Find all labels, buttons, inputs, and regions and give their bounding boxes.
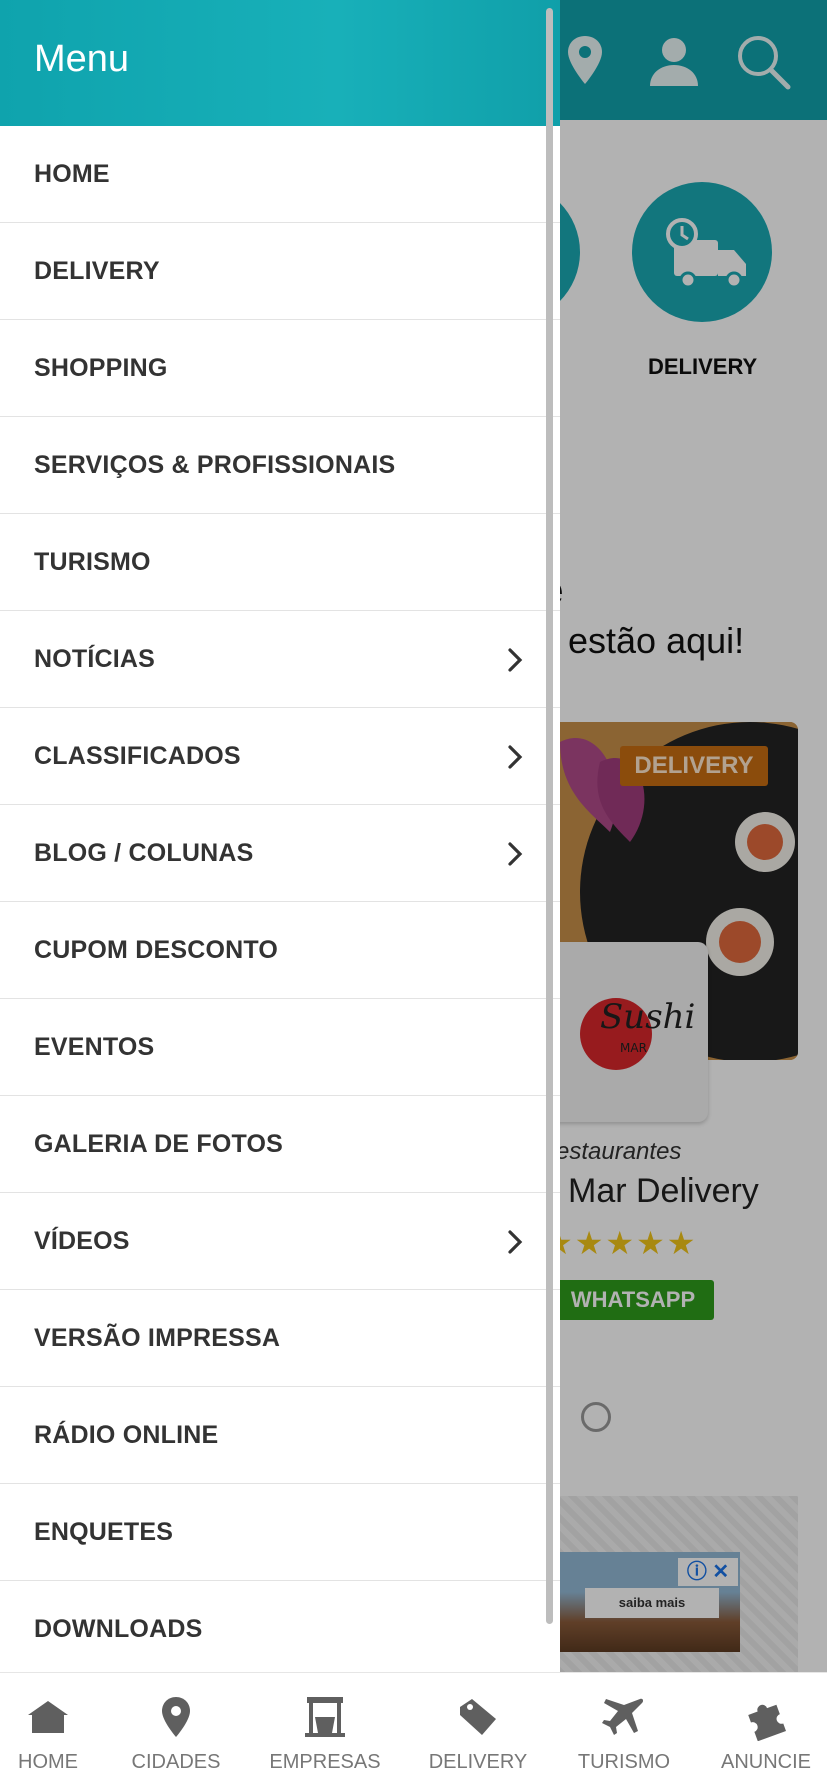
- menu-item-radio-online[interactable]: RÁDIO ONLINE: [0, 1387, 560, 1484]
- location-pin-icon: [162, 1697, 190, 1737]
- airplane-icon: [602, 1698, 644, 1735]
- menu-item-label: ENQUETES: [34, 1517, 174, 1546]
- menu-item-servicos-profissionais[interactable]: SERVIÇOS & PROFISSIONAIS: [0, 417, 560, 514]
- nav-delivery[interactable]: DELIVERY: [428, 1673, 528, 1792]
- chevron-right-icon[interactable]: [505, 1229, 527, 1255]
- menu-item-label: DOWNLOADS: [34, 1614, 203, 1643]
- menu-item-videos[interactable]: VÍDEOS: [0, 1193, 560, 1290]
- menu-item-noticias[interactable]: NOTÍCIAS: [0, 611, 560, 708]
- menu-item-label: SERVIÇOS & PROFISSIONAIS: [34, 450, 396, 479]
- menu-item-label: HOME: [34, 159, 110, 188]
- menu-item-home[interactable]: HOME: [0, 126, 560, 223]
- menu-item-shopping[interactable]: SHOPPING: [0, 320, 560, 417]
- drawer-header: Menu: [0, 0, 560, 126]
- tag-icon: [460, 1699, 496, 1735]
- home-icon: [28, 1701, 68, 1733]
- chevron-right-icon[interactable]: [505, 744, 527, 770]
- store-icon: [305, 1697, 345, 1737]
- nav-cidades[interactable]: CIDADES: [128, 1673, 224, 1792]
- drawer-title: Menu: [34, 38, 130, 80]
- menu-item-label: RÁDIO ONLINE: [34, 1420, 219, 1449]
- nav-label: EMPRESAS: [269, 1751, 381, 1773]
- side-menu-drawer: Menu HOME DELIVERY SHOPPING SERVIÇOS & PROF…: [0, 0, 560, 1678]
- nav-anuncie[interactable]: ANUNCIE: [716, 1673, 816, 1792]
- menu-item-label: DELIVERY: [34, 256, 160, 285]
- menu-item-versao-impressa[interactable]: VERSÃO IMPRESSA: [0, 1290, 560, 1387]
- chevron-right-icon[interactable]: [505, 841, 527, 867]
- menu-item-blog-colunas[interactable]: BLOG / COLUNAS: [0, 805, 560, 902]
- menu-item-downloads[interactable]: DOWNLOADS: [0, 1581, 560, 1678]
- menu-item-label: CUPOM DESCONTO: [34, 935, 279, 964]
- nav-label: HOME: [18, 1751, 78, 1773]
- menu-item-label: BLOG / COLUNAS: [34, 838, 254, 867]
- chevron-right-icon[interactable]: [505, 647, 527, 673]
- nav-label: TURISMO: [577, 1751, 671, 1773]
- nav-label: CIDADES: [131, 1751, 221, 1773]
- nav-empresas[interactable]: EMPRESAS: [269, 1673, 381, 1792]
- menu-item-label: TURISMO: [34, 547, 151, 576]
- menu-item-enquetes[interactable]: ENQUETES: [0, 1484, 560, 1581]
- menu-item-galeria-de-fotos[interactable]: GALERIA DE FOTOS: [0, 1096, 560, 1193]
- menu-item-label: VÍDEOS: [34, 1226, 130, 1255]
- drawer-scrollbar[interactable]: [546, 8, 553, 1624]
- menu-item-cupom-desconto[interactable]: CUPOM DESCONTO: [0, 902, 560, 999]
- menu-item-eventos[interactable]: EVENTOS: [0, 999, 560, 1096]
- menu-item-label: GALERIA DE FOTOS: [34, 1129, 284, 1158]
- menu-list: HOME DELIVERY SHOPPING SERVIÇOS & PROFISSIO…: [0, 126, 560, 1678]
- bottom-navigation: HOME CIDADES EMPRESAS DELIVERY TURISMO A…: [0, 1672, 827, 1792]
- menu-item-label: SHOPPING: [34, 353, 168, 382]
- menu-item-label: EVENTOS: [34, 1032, 155, 1061]
- menu-item-label: CLASSIFICADOS: [34, 741, 241, 770]
- nav-label: ANUNCIE: [720, 1751, 811, 1773]
- nav-turismo[interactable]: TURISMO: [574, 1673, 674, 1792]
- nav-home[interactable]: HOME: [0, 1673, 96, 1792]
- menu-item-label: NOTÍCIAS: [34, 644, 156, 673]
- menu-item-label: VERSÃO IMPRESSA: [34, 1323, 281, 1352]
- menu-item-delivery[interactable]: DELIVERY: [0, 223, 560, 320]
- nav-label: DELIVERY: [428, 1751, 528, 1773]
- menu-item-turismo[interactable]: TURISMO: [0, 514, 560, 611]
- puzzle-icon: [748, 1704, 786, 1741]
- menu-item-classificados[interactable]: CLASSIFICADOS: [0, 708, 560, 805]
